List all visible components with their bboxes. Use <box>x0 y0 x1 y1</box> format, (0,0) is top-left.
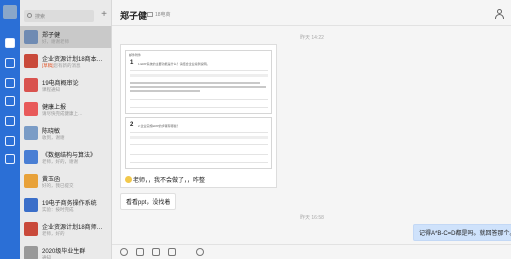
conversation-preview: [草稿]您有新的消息 <box>42 63 81 68</box>
conversation-preview: 实验：按时完成 <box>42 207 74 212</box>
conversation-name: 郑子健 <box>42 33 61 39</box>
conversation-preview: 请尽快完成健康上… <box>42 111 83 116</box>
chat-icon[interactable] <box>5 38 15 48</box>
search-input[interactable]: 搜索 <box>24 10 94 22</box>
folder-icon[interactable] <box>152 248 160 256</box>
left-rail <box>0 0 20 259</box>
list-item[interactable]: 企业资源计划18商本… [草稿]您有新的消息 <box>20 50 111 72</box>
conversation-preview: 老师，好的 <box>42 231 65 236</box>
org-label: 18电商 <box>155 12 171 18</box>
page-title: 郑子健 <box>120 11 148 21</box>
conversation-name: 黄玉函 <box>42 177 61 183</box>
conversation-preview: 通知 <box>42 255 51 259</box>
list-item[interactable]: 企业资源计划18商师… 老师，好的 <box>20 218 111 240</box>
avatar <box>24 198 38 212</box>
list-item[interactable]: 2020级毕业生群 通知 <box>20 242 111 259</box>
calendar-icon[interactable] <box>5 116 15 126</box>
emoji-icon <box>125 176 132 183</box>
conversation-name: 2020级毕业生群 <box>42 249 86 255</box>
conversation-name: 企业资源计划18商本… <box>42 57 103 63</box>
avatar <box>24 246 38 259</box>
emoji-icon[interactable] <box>120 248 128 256</box>
file-label: 邮件附件 <box>129 53 142 57</box>
chat-panel: 郑子健 18电商 昨天 14:22 邮件附件 1 1.ERP系统的主要功能是什么… <box>112 0 511 259</box>
search-placeholder: 搜索 <box>35 14 46 20</box>
message-caption: 老师，，我不会做了，，咋整 <box>125 175 205 184</box>
search-icon <box>27 13 32 18</box>
settings-icon[interactable] <box>5 154 15 164</box>
list-item[interactable]: 19电子商务操作系统 实验：按时完成 <box>20 194 111 216</box>
avatar <box>24 30 38 44</box>
question-number: 2 <box>130 122 134 128</box>
conversation-name: 企业资源计划18商师… <box>42 225 103 231</box>
timestamp: 昨天 16:58 <box>300 215 324 221</box>
profile-icon[interactable] <box>495 9 504 19</box>
question-number: 1 <box>130 60 134 66</box>
list-item[interactable]: 《数据结构与算法》 老师，好的，谢谢 <box>20 146 111 168</box>
message-bubble[interactable]: 看看ppt，没找着 <box>120 193 177 210</box>
list-item[interactable]: 19电商概审论 课程通知 <box>20 74 111 96</box>
conversation-list: 搜索 + 郑子健 好，谢谢老师 企业资源计划18商本… [草稿]您有新的消息 1… <box>20 0 112 259</box>
avatar <box>24 174 38 188</box>
list-item[interactable]: 郑子健 好，谢谢老师 <box>20 26 111 48</box>
conversation-preview: 好的，我已提交 <box>42 183 74 188</box>
chat-header: 郑子健 18电商 <box>112 0 511 26</box>
avatar <box>24 78 38 92</box>
conversation-name: 《数据结构与算法》 <box>42 153 97 159</box>
composer-toolbar <box>112 244 511 259</box>
conversation-name: 陈晓敏 <box>42 129 61 135</box>
list-item[interactable]: 健康上报 请尽快完成健康上… <box>20 98 111 120</box>
question-text: 2.企业实施ERP的步骤有哪些？ <box>138 124 180 128</box>
list-item[interactable]: 黄玉函 好的，我已提交 <box>20 170 111 192</box>
avatar <box>24 126 38 140</box>
conversation-name: 健康上报 <box>42 105 67 111</box>
conversation-preview: 老师，好的，谢谢 <box>42 159 78 164</box>
my-message-bubble[interactable]: 记得A*B-C=D都是吗。就回答那个。 <box>413 224 511 241</box>
conversation-name: 19电商概审论 <box>42 81 79 87</box>
avatar <box>24 150 38 164</box>
conversation-name: 19电子商务操作系统 <box>42 201 97 207</box>
phone-icon[interactable] <box>196 248 204 256</box>
image-icon[interactable] <box>168 248 176 256</box>
org-icon <box>147 12 153 17</box>
conversation-preview: 好，谢谢老师 <box>42 39 69 44</box>
image-message[interactable]: 邮件附件 1 1.ERP系统的主要功能是什么？请结合企业案例说明。 2 2.企业… <box>120 44 277 188</box>
apps-icon[interactable] <box>5 96 15 106</box>
scissors-icon[interactable] <box>136 248 144 256</box>
avatar <box>24 54 38 68</box>
list-item[interactable]: 陈晓敏 收到，谢谢 <box>20 122 111 144</box>
question-text: 1.ERP系统的主要功能是什么？请结合企业案例说明。 <box>138 62 210 66</box>
avatar[interactable] <box>3 5 17 19</box>
avatar <box>24 222 38 236</box>
timestamp: 昨天 14:22 <box>300 35 324 41</box>
document-preview: 2 2.企业实施ERP的步骤有哪些？ <box>125 117 272 169</box>
avatar <box>24 102 38 116</box>
add-button[interactable]: + <box>99 9 109 21</box>
mail-icon[interactable] <box>5 78 15 88</box>
conversation-preview: 收到，谢谢 <box>42 135 65 140</box>
conversation-preview: 课程通知 <box>42 87 60 92</box>
docs-icon[interactable] <box>5 58 15 68</box>
drive-icon[interactable] <box>5 136 15 146</box>
document-preview: 邮件附件 1 1.ERP系统的主要功能是什么？请结合企业案例说明。 <box>125 50 272 114</box>
